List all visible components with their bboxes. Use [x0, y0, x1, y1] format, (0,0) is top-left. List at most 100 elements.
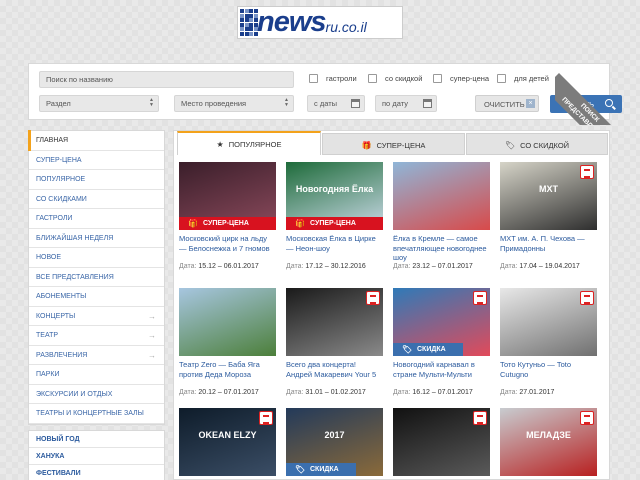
tab-super-price[interactable]: 🎁 СУПЕР-ЦЕНА — [322, 133, 465, 155]
sidebar-item[interactable]: ТЕАТР → — [29, 326, 164, 346]
section-select[interactable]: Раздел ▲ ▼ — [39, 95, 159, 112]
sidebar-menu: ГЛАВНАЯ СУПЕР-ЦЕНА ПОПУЛЯРНОЕ СО СКИДКАМИ ГА… — [28, 130, 165, 425]
clear-button[interactable]: ОЧИСТИТЬ × — [475, 95, 539, 112]
ticket-icon — [580, 165, 594, 179]
checkbox-tours[interactable]: гастроли — [309, 74, 357, 83]
event-card[interactable]: Новогодняя Ёлка 🎁 СУПЕР-ЦЕНА Московская Ёлк… — [286, 162, 383, 270]
search-ribbon[interactable]: ПОИСК ПРЕДСТАВЛЕНИЙ — [555, 55, 625, 125]
tag-icon: 🏷 — [504, 141, 516, 150]
event-thumbnail[interactable]: Новогодняя Ёлка 🎁 СУПЕР-ЦЕНА — [286, 162, 383, 230]
image-caption: OKEAN ELZY — [198, 430, 257, 440]
sidebar-item[interactable]: ТЕАТРЫ И КОНЦЕРТНЫЕ ЗАЛЫ — [29, 404, 164, 424]
event-date: Дата: 17.04 – 19.04.2017 — [500, 263, 580, 270]
arrow-right-icon: → — [148, 311, 156, 321]
event-card[interactable]: МХТ МХТ им. А. П. Чехова — Примадонны Дата… — [500, 162, 597, 270]
super-price-badge: 🎁 СУПЕР-ЦЕНА — [286, 217, 383, 230]
tab-discount[interactable]: 🏷 СО СКИДКОЙ — [466, 133, 608, 155]
date-to-input[interactable]: по дату — [375, 95, 437, 112]
event-card[interactable]: 🎁 СУПЕР-ЦЕНА Московский цирк на льду — Бел… — [179, 162, 276, 270]
event-title-link[interactable]: Ёлка в Кремле — самое впечатляющее новог… — [393, 234, 490, 263]
ticket-icon — [366, 291, 380, 305]
event-thumbnail[interactable] — [500, 288, 597, 356]
search-name-input[interactable]: Поиск по названию — [39, 71, 294, 88]
event-card[interactable]: Ёлка в Кремле — самое впечатляющее новог… — [393, 162, 490, 270]
site-logo[interactable]: news ru.co.il — [237, 6, 403, 39]
event-card[interactable]: Театр Zero — Баба Яга против Деда Мороза… — [179, 288, 276, 396]
event-card[interactable]: Всего два концерта! Андрей Макаревич You… — [286, 288, 383, 396]
select-arrows-icon: ▲ ▼ — [149, 97, 154, 108]
event-title-link[interactable]: Московский цирк на льду — Белоснежка и 7… — [179, 234, 276, 263]
sidebar-item[interactable]: РАЗВЛЕЧЕНИЯ → — [29, 346, 164, 365]
arrow-right-icon: → — [148, 331, 156, 340]
event-date: Дата: 15.12 – 06.01.2017 — [179, 263, 259, 270]
sidebar-item[interactable]: ВСЕ ПРЕДСТАВЛЕНИЯ — [29, 268, 164, 287]
event-date: Дата: 31.01 – 01.02.2017 — [286, 389, 366, 396]
event-thumbnail[interactable]: OKEAN ELZY — [179, 408, 276, 476]
star-icon: ★ — [216, 140, 224, 149]
gift-icon: 🎁 — [361, 141, 372, 150]
event-thumbnail[interactable]: МХТ — [500, 162, 597, 230]
venue-select[interactable]: Место проведения ▲ ▼ — [174, 95, 294, 112]
tag-icon: 🏷 — [295, 465, 306, 474]
image-caption: Новогодняя Ёлка — [295, 184, 374, 194]
event-thumbnail[interactable]: 2017 🏷 СКИДКА — [286, 408, 383, 476]
logo-domain: ru.co.il — [325, 19, 367, 35]
event-date: Дата: 27.01.2017 — [500, 389, 555, 396]
sidebar-item[interactable]: НОВОЕ — [29, 248, 164, 268]
event-thumbnail[interactable]: 🏷 СКИДКА — [393, 288, 490, 356]
sidebar-item[interactable]: ГЛАВНАЯ — [28, 130, 164, 151]
image-caption: МЕЛАДЗЕ — [526, 430, 571, 440]
sidebar-item[interactable]: АБОНЕМЕНТЫ — [29, 287, 164, 307]
event-title-link[interactable]: Театр Zero — Баба Яга против Деда Мороза — [179, 360, 276, 389]
sidebar-item[interactable]: ЭКСКУРСИИ И ОТДЫХ — [29, 385, 164, 404]
event-title-link[interactable]: Московская Ёлка в Цирке — Неон-шоу — [286, 234, 383, 263]
sidebar-item[interactable]: СО СКИДКАМИ — [29, 190, 164, 209]
checkbox-super-price[interactable]: супер-цена — [433, 74, 489, 83]
event-thumbnail[interactable] — [286, 288, 383, 356]
logo-word: news — [257, 6, 327, 38]
event-card[interactable]: МЕЛАДЗЕ — [500, 408, 597, 476]
event-card[interactable] — [393, 408, 490, 476]
event-title-link[interactable]: МХТ им. А. П. Чехова — Примадонны — [500, 234, 597, 263]
sidebar-special-item[interactable]: НОВЫЙ ГОД — [29, 431, 164, 448]
event-card[interactable]: 2017 🏷 СКИДКА — [286, 408, 383, 476]
event-title-link[interactable]: Тото Кутуньо — Toto Cutugno — [500, 360, 597, 389]
sidebar-item[interactable]: БЛИЖАЙШАЯ НЕДЕЛЯ — [29, 229, 164, 248]
event-card[interactable]: OKEAN ELZY — [179, 408, 276, 476]
checkbox-discount[interactable]: со скидкой — [368, 74, 422, 83]
image-caption: 2017 — [324, 430, 345, 440]
event-thumbnail[interactable]: 🎁 СУПЕР-ЦЕНА — [179, 162, 276, 230]
discount-badge: 🏷 СКИДКА — [393, 343, 463, 356]
event-thumbnail[interactable]: МЕЛАДЗЕ — [500, 408, 597, 476]
gift-icon: 🎁 — [188, 219, 198, 228]
sidebar-item[interactable]: ПАРКИ — [29, 365, 164, 385]
close-icon: × — [526, 99, 535, 108]
event-card[interactable]: Тото Кутуньо — Toto Cutugno Дата: 27.01.2… — [500, 288, 597, 396]
sidebar-item[interactable]: ПОПУЛЯРНОЕ — [29, 170, 164, 190]
main-content: ★ ПОПУЛЯРНОЕ 🎁 СУПЕР-ЦЕНА 🏷 СО СКИДКОЙ 🎁 СУП… — [173, 130, 610, 480]
event-thumbnail[interactable] — [393, 408, 490, 476]
event-date: Дата: 16.12 – 07.01.2017 — [393, 389, 473, 396]
calendar-icon[interactable] — [423, 99, 432, 108]
event-thumbnail[interactable] — [393, 162, 490, 230]
sidebar-special-item[interactable]: ХАНУКА — [29, 448, 164, 465]
ticket-icon — [580, 291, 594, 305]
super-price-badge: 🎁 СУПЕР-ЦЕНА — [179, 217, 276, 230]
event-title-link[interactable]: Всего два концерта! Андрей Макаревич You… — [286, 360, 383, 389]
sidebar-item[interactable]: ГАСТРОЛИ — [29, 209, 164, 229]
event-card[interactable]: 🏷 СКИДКА Новогодний карнавал в стране Муль… — [393, 288, 490, 396]
sidebar-item[interactable]: КОНЦЕРТЫ → — [29, 307, 164, 326]
sidebar-item[interactable]: СУПЕР-ЦЕНА — [29, 151, 164, 170]
date-from-input[interactable]: с даты — [307, 95, 365, 112]
calendar-icon[interactable] — [351, 99, 360, 108]
logo-grid-icon — [240, 9, 258, 36]
event-thumbnail[interactable] — [179, 288, 276, 356]
sidebar-special-menu: НОВЫЙ ГОД ХАНУКА ФЕСТИВАЛИ — [28, 429, 165, 480]
event-title-link[interactable]: Новогодний карнавал в стране Мульти-Муль… — [393, 360, 490, 389]
tab-popular[interactable]: ★ ПОПУЛЯРНОЕ — [177, 131, 321, 155]
checkbox-for-kids[interactable]: для детей — [497, 74, 549, 83]
ticket-icon — [473, 411, 487, 425]
search-panel: Поиск по названию Раздел ▲ ▼ Место проведе… — [28, 63, 622, 120]
sidebar-special-item[interactable]: ФЕСТИВАЛИ — [29, 465, 164, 480]
event-image — [179, 288, 276, 356]
